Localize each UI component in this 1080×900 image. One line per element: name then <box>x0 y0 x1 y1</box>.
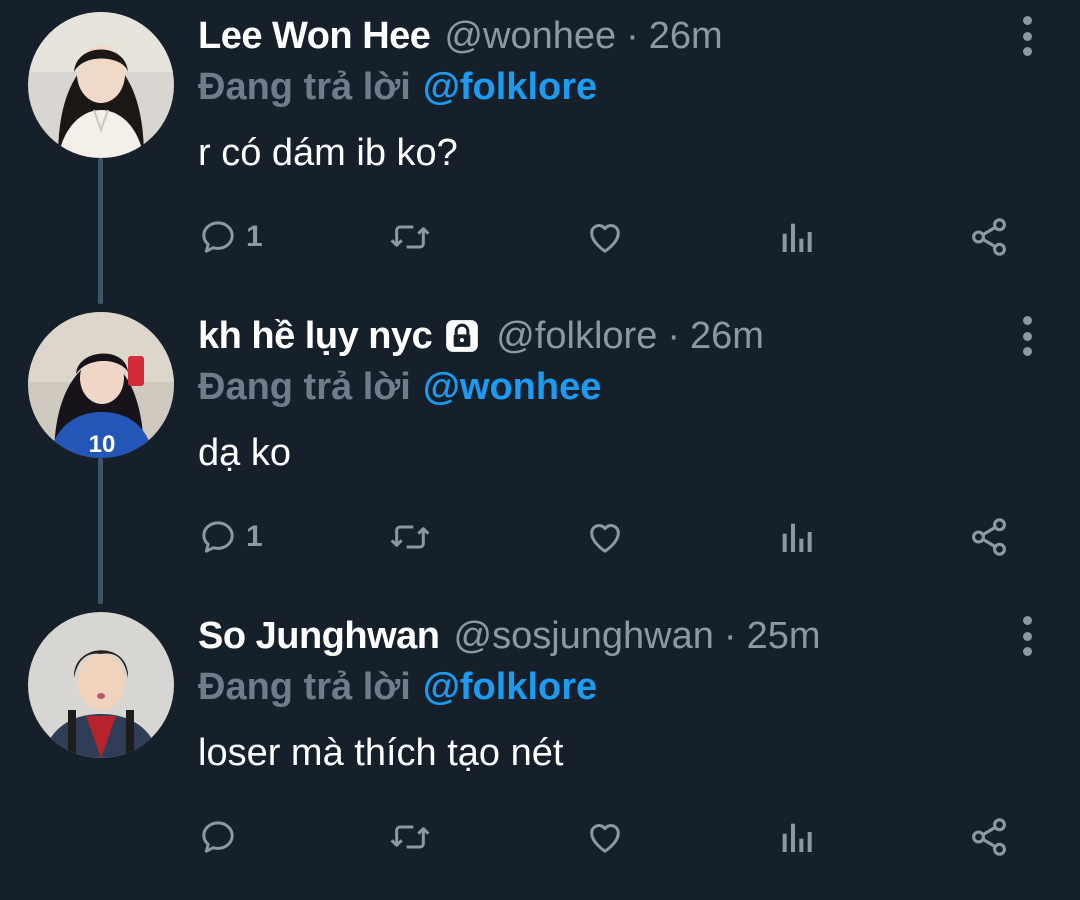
reply-icon <box>202 221 234 253</box>
more-icon <box>1022 347 1032 356</box>
more-icon <box>1022 31 1032 41</box>
like-icon <box>590 824 620 853</box>
like-button[interactable] <box>584 812 626 862</box>
replying-to: Đang trả lời @wonhee <box>198 366 601 409</box>
more-icon <box>1022 331 1032 341</box>
share-icon <box>972 218 1006 256</box>
more-options-button[interactable] <box>1020 316 1034 356</box>
views-button[interactable] <box>778 812 814 862</box>
mention-link[interactable]: @folklore <box>423 666 597 708</box>
timestamp[interactable]: 26m <box>690 315 764 358</box>
mention-link[interactable]: @folklore <box>423 66 597 108</box>
reply-icon <box>202 821 234 853</box>
avatar[interactable] <box>28 12 174 158</box>
reply-count: 1 <box>246 220 263 253</box>
reply-button[interactable] <box>198 812 246 862</box>
reply-icon <box>202 521 234 553</box>
like-icon <box>590 524 620 553</box>
replying-to-label: Đang trả lời <box>198 666 411 708</box>
share-button[interactable] <box>968 812 1010 862</box>
timestamp[interactable]: 26m <box>649 15 723 58</box>
tweet-text: dạ ko <box>198 432 291 474</box>
lock-icon <box>446 320 479 352</box>
views-icon <box>782 823 812 852</box>
separator-dot: · <box>667 314 680 357</box>
display-name[interactable]: kh hề lụy nyc <box>198 315 433 358</box>
views-button[interactable] <box>778 512 814 562</box>
tweet[interactable]: So Junghwan @sosjunghwan · 25m Đang trả … <box>0 600 1080 900</box>
tweet-text: r có dám ib ko? <box>198 132 458 174</box>
display-name[interactable]: Lee Won Hee <box>198 15 431 58</box>
reply-count: 1 <box>246 520 263 553</box>
views-button[interactable] <box>778 212 814 262</box>
reply-button[interactable]: 1 <box>198 212 263 262</box>
tweet-header: kh hề lụy nyc @folklore · 26m <box>198 314 764 358</box>
retweet-button[interactable] <box>388 812 432 862</box>
avatar[interactable] <box>28 612 174 758</box>
replying-to: Đang trả lời @folklore <box>198 666 597 709</box>
views-icon <box>782 523 812 552</box>
separator-dot: · <box>626 14 639 57</box>
separator-dot: · <box>723 614 737 657</box>
retweet-button[interactable] <box>388 512 432 562</box>
more-icon <box>1022 16 1032 25</box>
mention-link[interactable]: @wonhee <box>423 366 602 408</box>
user-handle[interactable]: @wonhee <box>444 15 616 58</box>
more-options-button[interactable] <box>1020 16 1034 56</box>
retweet-icon <box>390 225 430 249</box>
timestamp[interactable]: 25m <box>747 615 821 658</box>
share-button[interactable] <box>968 512 1010 562</box>
like-button[interactable] <box>584 512 626 562</box>
like-icon <box>590 224 620 253</box>
share-button[interactable] <box>968 212 1010 262</box>
share-icon <box>972 518 1006 556</box>
tweet-header: So Junghwan @sosjunghwan · 25m <box>198 614 820 658</box>
share-icon <box>972 818 1006 856</box>
like-button[interactable] <box>584 212 626 262</box>
replying-to-label: Đang trả lời <box>198 66 411 108</box>
tweet-text: loser mà thích tạo nét <box>198 732 564 774</box>
more-icon <box>1022 647 1032 656</box>
more-options-button[interactable] <box>1020 616 1034 656</box>
tweet-header: Lee Won Hee @wonhee · 26m <box>198 14 723 58</box>
views-icon <box>782 223 812 252</box>
retweet-icon <box>390 825 430 849</box>
tweet[interactable]: Lee Won Hee @wonhee · 26m Đang trả lời @f… <box>0 0 1080 300</box>
retweet-icon <box>390 525 430 549</box>
display-name[interactable]: So Junghwan <box>198 615 440 658</box>
more-icon <box>1022 47 1032 56</box>
svg-text:10: 10 <box>89 431 116 458</box>
tweet-actions: 1 <box>198 512 1028 562</box>
more-icon <box>1022 631 1032 641</box>
replying-to: Đang trả lời @folklore <box>198 66 597 109</box>
avatar[interactable]: 10 <box>28 312 174 458</box>
reply-button[interactable]: 1 <box>198 512 263 562</box>
more-icon <box>1022 316 1032 325</box>
user-handle[interactable]: @folklore <box>496 315 657 358</box>
tweet[interactable]: 10 kh hề lụy nyc @folklore · 26m Đang tr… <box>0 300 1080 600</box>
retweet-button[interactable] <box>388 212 432 262</box>
user-handle[interactable]: @sosjunghwan <box>454 615 714 658</box>
tweet-actions: 1 <box>198 212 1028 262</box>
more-icon <box>1022 616 1032 625</box>
tweet-actions <box>198 812 1028 862</box>
replying-to-label: Đang trả lời <box>198 366 411 408</box>
